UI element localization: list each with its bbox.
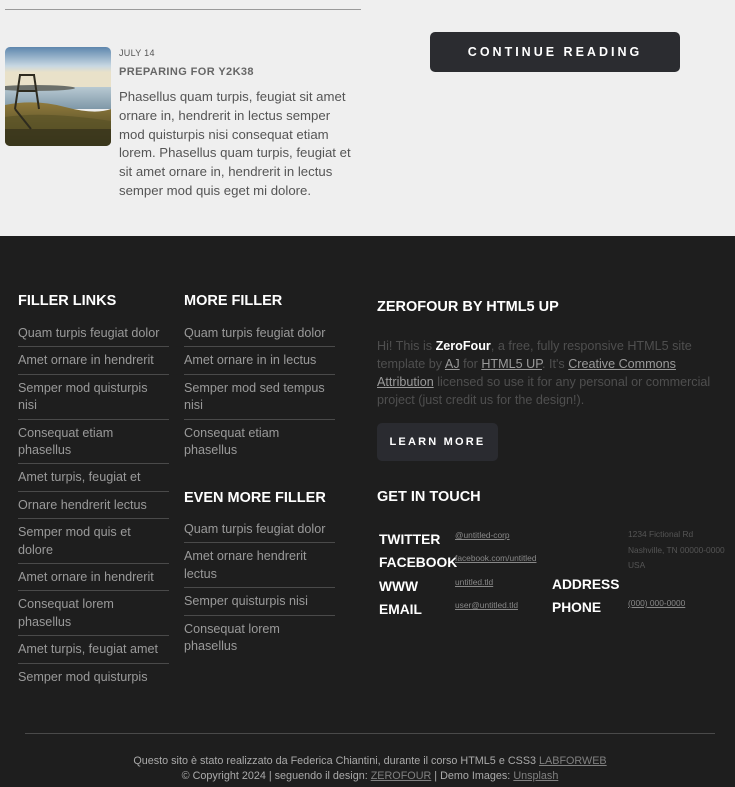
lake-landscape-photo xyxy=(5,47,111,146)
filler-links-list: Quam turpis feugiat dolor Amet ornare in… xyxy=(18,320,169,690)
credits-text: Questo sito è stato realizzato da Federi… xyxy=(133,755,540,767)
learn-more-button[interactable]: LEARN MORE xyxy=(377,423,498,461)
list-item[interactable]: Amet turpis, feugiat et xyxy=(18,464,169,492)
zerofour-link[interactable]: ZEROFOUR xyxy=(371,770,432,782)
facebook-link[interactable]: facebook.com/untitled xyxy=(455,553,536,563)
list-item[interactable]: Semper mod quis et dolore xyxy=(18,519,169,565)
list-item[interactable]: Amet ornare in hendrerit xyxy=(18,347,169,375)
address-line: USA xyxy=(628,560,646,570)
list-item[interactable]: Amet ornare in in lectus xyxy=(184,347,335,375)
list-item[interactable]: Quam turpis feugiat dolor xyxy=(184,516,335,544)
recent-post-section: JULY 14 PREPARING FOR Y2K38 Phasellus qu… xyxy=(0,0,735,236)
continue-reading-button[interactable]: CONTINUE READING xyxy=(430,32,680,72)
about-text: Hi! This is ZeroFour, a free, fully resp… xyxy=(377,337,722,409)
list-item[interactable]: Consequat lorem phasellus xyxy=(18,591,169,637)
address-value: 1234 Fictional Rd Nashville, TN 00000-00… xyxy=(628,527,728,574)
twitter-link[interactable]: @untitled-corp xyxy=(455,530,510,540)
divider xyxy=(25,733,715,734)
list-item[interactable]: Quam turpis feugiat dolor xyxy=(184,320,335,348)
www-label: WWW xyxy=(379,579,419,594)
post-date: JULY 14 xyxy=(119,48,155,58)
unsplash-link[interactable]: Unsplash xyxy=(513,770,558,782)
even-more-filler-heading: EVEN MORE FILLER xyxy=(184,490,326,506)
list-item[interactable]: Consequat etiam phasellus xyxy=(18,420,169,465)
list-item[interactable]: Consequat etiam phasellus xyxy=(184,420,335,464)
list-item[interactable]: Amet turpis, feugiat amet xyxy=(18,636,169,664)
credits-text: © Copyright 2024 | seguendo il design: xyxy=(181,770,371,782)
address-label: ADDRESS xyxy=(552,577,620,592)
list-item[interactable]: Amet ornare hendrerit lectus xyxy=(184,543,335,589)
list-item[interactable]: Quam turpis feugiat dolor xyxy=(18,320,169,348)
email-link[interactable]: user@untitled.tld xyxy=(455,600,518,610)
credits-line-1: Questo sito è stato realizzato da Federi… xyxy=(0,755,735,767)
post-thumbnail[interactable] xyxy=(5,47,111,146)
address-line: Nashville, TN 00000-0000 xyxy=(628,544,725,555)
facebook-label: FACEBOOK xyxy=(379,555,458,570)
post-title[interactable]: PREPARING FOR Y2K38 xyxy=(119,66,254,78)
about-text-part: . It's xyxy=(541,357,569,371)
html5up-link[interactable]: HTML5 UP xyxy=(481,357,542,371)
more-filler-heading: MORE FILLER xyxy=(184,293,283,309)
list-item[interactable]: Consequat lorem phasellus xyxy=(184,616,335,660)
credits-text: | Demo Images: xyxy=(431,770,514,782)
post-excerpt: Phasellus quam turpis, feugiat sit amet … xyxy=(119,89,351,198)
labforweb-link[interactable]: LABFORWEB xyxy=(539,755,607,767)
credits-line-2: © Copyright 2024 | seguendo il design: Z… xyxy=(0,770,735,782)
phone-label: PHONE xyxy=(552,600,602,615)
address-line: 1234 Fictional Rd xyxy=(628,529,694,539)
filler-links-heading: FILLER LINKS xyxy=(18,293,117,309)
list-item[interactable]: Semper mod quisturpis xyxy=(18,664,169,690)
divider xyxy=(5,9,361,10)
author-link[interactable]: AJ xyxy=(445,357,460,371)
phone-link[interactable]: (000) 000-0000 xyxy=(628,598,685,608)
email-label: EMAIL xyxy=(379,602,422,617)
www-link[interactable]: untitled.tld xyxy=(455,577,493,587)
twitter-label: TWITTER xyxy=(379,532,441,547)
list-item[interactable]: Semper mod sed tempus nisi xyxy=(184,375,335,420)
even-more-filler-list: Quam turpis feugiat dolor Amet ornare he… xyxy=(184,516,335,659)
about-text-part: Hi! This is xyxy=(377,339,436,353)
about-text-part: for xyxy=(459,357,482,371)
list-item[interactable]: Ornare hendrerit lectus xyxy=(18,492,169,520)
about-heading: ZEROFOUR BY HTML5 UP xyxy=(377,299,559,315)
list-item[interactable]: Semper mod quisturpis nisi xyxy=(18,375,169,420)
more-filler-list: Quam turpis feugiat dolor Amet ornare in… xyxy=(184,320,335,463)
get-in-touch-heading: GET IN TOUCH xyxy=(377,489,481,505)
list-item[interactable]: Amet ornare in hendrerit xyxy=(18,564,169,592)
list-item[interactable]: Semper quisturpis nisi xyxy=(184,588,335,616)
brand-name: ZeroFour xyxy=(435,339,491,353)
